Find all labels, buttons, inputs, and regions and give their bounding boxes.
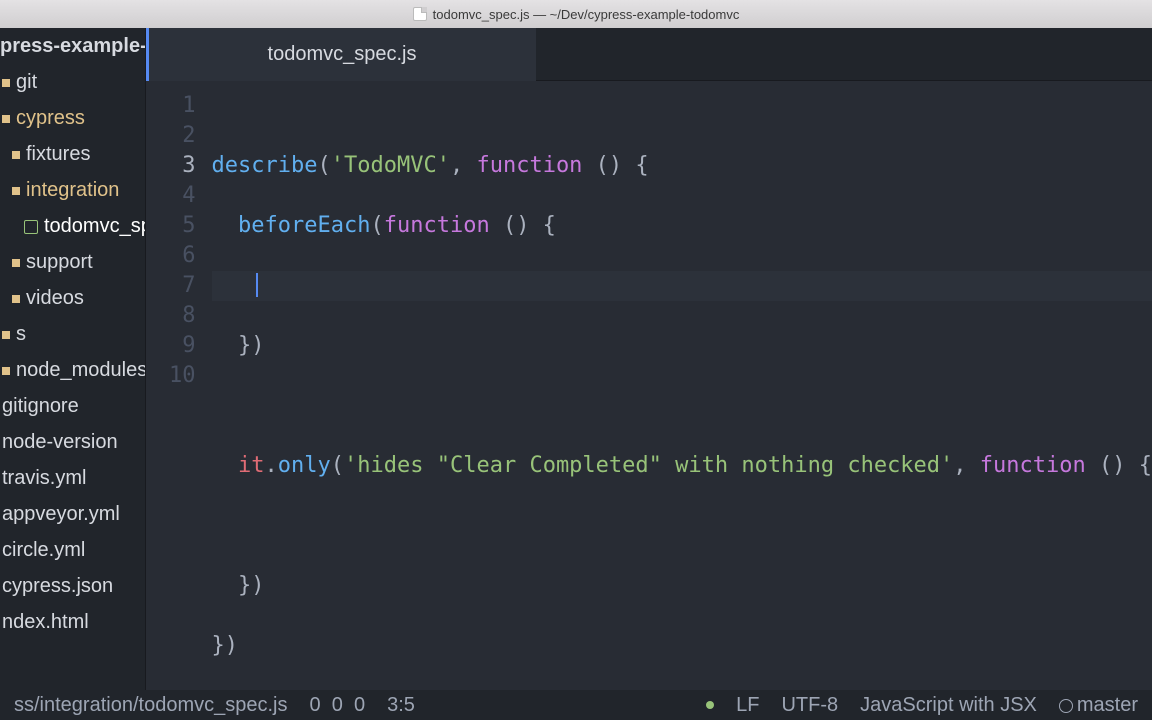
code-content[interactable]: describe('TodoMVC', function () { before…	[212, 81, 1152, 690]
code-area[interactable]: 12345678910 describe('TodoMVC', function…	[146, 81, 1152, 690]
tree-file[interactable]: circle.yml	[0, 532, 145, 568]
line-number[interactable]: 8	[146, 301, 196, 331]
tree-folder[interactable]: node_modules	[0, 352, 145, 388]
tree-file[interactable]: travis.yml	[0, 460, 145, 496]
tree-item-label: support	[26, 251, 93, 273]
tree-item-label: press-example-todomvc	[0, 35, 145, 57]
line-number[interactable]: 1	[146, 91, 196, 121]
line-number[interactable]: 6	[146, 241, 196, 271]
tree-file[interactable]: gitignore	[0, 388, 145, 424]
tab-label: todomvc_spec.js	[268, 43, 417, 66]
tree-item-label: s	[16, 323, 26, 345]
tree-file[interactable]: appveyor.yml	[0, 496, 145, 532]
code-line: beforeEach(function () {	[212, 211, 1152, 241]
tree-file[interactable]: cypress.json	[0, 568, 145, 604]
tree-item-label: node-version	[2, 431, 118, 453]
tree-item-label: ndex.html	[2, 611, 89, 633]
tree-item-label: fixtures	[26, 143, 90, 165]
status-grammar[interactable]: JavaScript with JSX	[860, 694, 1037, 717]
status-encoding[interactable]: UTF-8	[781, 694, 838, 717]
status-git-branch[interactable]: master	[1059, 694, 1138, 717]
tree-item-label: git	[16, 71, 37, 93]
code-line: describe('TodoMVC', function () {	[212, 151, 1152, 181]
tree-folder[interactable]: cypress	[0, 100, 145, 136]
line-number[interactable]: 10	[146, 361, 196, 391]
status-diagnostics[interactable]: 0 0 0	[309, 694, 365, 717]
status-file-path[interactable]: ss/integration/todomvc_spec.js	[14, 694, 287, 717]
line-number-gutter: 12345678910	[146, 81, 212, 690]
tree-item-label: integration	[26, 179, 119, 201]
window-titlebar: todomvc_spec.js — ~/Dev/cypress-example-…	[0, 0, 1152, 28]
status-cursor-position[interactable]: 3:5	[387, 694, 415, 717]
git-branch-icon	[1059, 699, 1073, 713]
status-line-ending[interactable]: LF	[736, 694, 759, 717]
tree-folder[interactable]: videos	[0, 280, 145, 316]
file-tree-sidebar[interactable]: press-example-todomvc git cypress fixtures i…	[0, 28, 146, 690]
code-line: })	[212, 331, 1152, 361]
line-number[interactable]: 5	[146, 211, 196, 241]
editor-pane: todomvc_spec.js 12345678910 describe('To…	[146, 28, 1152, 690]
tree-item-label: circle.yml	[2, 539, 85, 561]
status-bar: ss/integration/todomvc_spec.js 0 0 0 3:5…	[0, 690, 1152, 720]
tree-folder[interactable]: integration	[0, 172, 145, 208]
code-line: })	[212, 631, 1152, 661]
tree-item-label: cypress.json	[2, 575, 113, 597]
js-file-icon	[24, 220, 38, 234]
code-line-current	[212, 271, 1152, 301]
line-number[interactable]: 3	[146, 151, 196, 181]
line-number[interactable]: 2	[146, 121, 196, 151]
tree-file[interactable]: ndex.html	[0, 604, 145, 640]
code-line: })	[212, 571, 1152, 601]
tree-item-label: travis.yml	[2, 467, 86, 489]
tree-item-label: cypress	[16, 107, 85, 129]
tree-item-label: node_modules	[16, 359, 145, 381]
line-number[interactable]: 7	[146, 271, 196, 301]
code-line	[212, 511, 1152, 541]
tree-item-label: gitignore	[2, 395, 79, 417]
tree-item-label: appveyor.yml	[2, 503, 120, 525]
tree-item-label: todomvc_spec.js	[44, 215, 145, 237]
window-title: todomvc_spec.js — ~/Dev/cypress-example-…	[433, 7, 740, 22]
tree-file[interactable]: node-version	[0, 424, 145, 460]
tab-bar: todomvc_spec.js	[146, 28, 1152, 81]
tree-folder[interactable]: press-example-todomvc	[0, 28, 145, 64]
tree-file[interactable]: todomvc_spec.js	[0, 208, 145, 244]
line-number[interactable]: 4	[146, 181, 196, 211]
tree-folder[interactable]: s	[0, 316, 145, 352]
line-number[interactable]: 9	[146, 331, 196, 361]
tab-todomvc-spec[interactable]: todomvc_spec.js	[146, 28, 536, 81]
code-line	[212, 391, 1152, 421]
tree-folder[interactable]: git	[0, 64, 145, 100]
code-line: it.only('hides "Clear Completed" with no…	[212, 451, 1152, 481]
file-icon	[413, 7, 427, 21]
tree-folder[interactable]: support	[0, 244, 145, 280]
tree-folder[interactable]: fixtures	[0, 136, 145, 172]
tree-item-label: videos	[26, 287, 84, 309]
status-indicator-icon	[706, 701, 714, 709]
